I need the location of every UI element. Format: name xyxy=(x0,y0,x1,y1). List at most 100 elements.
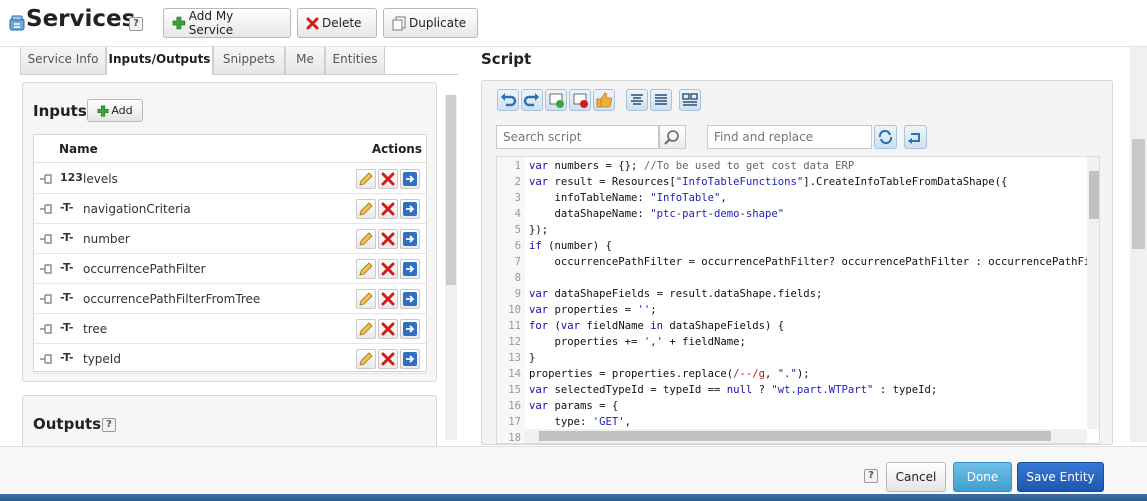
open-input-button[interactable] xyxy=(400,349,420,369)
add-my-service-label: Add My Service xyxy=(188,9,234,37)
pencil-icon xyxy=(359,352,373,366)
tab-me[interactable]: Me xyxy=(285,47,325,75)
code-text: dataShapeName: "ptc-part-demo-shape" xyxy=(529,208,785,220)
line-number: 2 xyxy=(514,176,521,188)
open-input-button[interactable] xyxy=(400,229,420,249)
code-text: if (number) { xyxy=(529,240,612,252)
duplicate-button[interactable]: Duplicate xyxy=(383,8,478,38)
delete-input-button[interactable] xyxy=(378,169,398,189)
open-input-button[interactable] xyxy=(400,169,420,189)
search-script-input[interactable] xyxy=(496,125,659,149)
header: Services ? Add My Service Delete Duplica… xyxy=(0,0,1147,47)
input-name: occurrencePathFilterFromTree xyxy=(83,292,261,306)
outputs-heading: Outputs xyxy=(33,415,102,433)
input-name: levels xyxy=(83,172,118,186)
inputs-outputs-panel: Service Info Inputs/Outputs Snippets Me … xyxy=(20,47,458,455)
search-button[interactable] xyxy=(659,125,686,149)
replace-all-button[interactable] xyxy=(904,125,927,149)
open-input-button[interactable] xyxy=(400,319,420,339)
outputs-help-icon[interactable]: ? xyxy=(102,418,116,432)
delete-x-icon xyxy=(381,262,395,276)
line-number: 17 xyxy=(508,416,521,428)
indent-code-button[interactable] xyxy=(650,89,672,111)
open-input-button[interactable] xyxy=(400,199,420,219)
code-text: type: 'GET', xyxy=(529,416,632,428)
table-row[interactable]: -T-occurrencePathFilterFromTree xyxy=(34,284,426,314)
line-number: 18 xyxy=(508,432,521,444)
edit-input-button[interactable] xyxy=(356,169,376,189)
page-scroll-thumb[interactable] xyxy=(1132,139,1145,249)
edit-input-button[interactable] xyxy=(356,349,376,369)
undo-button[interactable] xyxy=(497,89,519,111)
code-line: 9 var dataShapeFields = result.dataShape.… xyxy=(497,286,1087,302)
pencil-icon xyxy=(359,232,373,246)
code-text: var dataShapeFields = result.dataShape.f… xyxy=(529,288,823,300)
code-text: occurrencePathFilter = occurrencePathFil… xyxy=(529,256,1100,268)
input-name: tree xyxy=(83,322,108,336)
delete-button[interactable]: Delete xyxy=(297,8,377,38)
open-input-button[interactable] xyxy=(400,289,420,309)
table-row[interactable]: 123 levels xyxy=(34,164,426,194)
code-vertical-scrollbar[interactable] xyxy=(1087,157,1099,429)
script-editor-panel: 1 var numbers = {}; //To be used to get c… xyxy=(481,80,1113,445)
expand-editor-icon xyxy=(682,93,698,106)
pencil-icon xyxy=(359,292,373,306)
format-code-button[interactable] xyxy=(626,89,648,111)
code-text: properties += ',' + fieldName; xyxy=(529,336,746,348)
tab-service-info[interactable]: Service Info xyxy=(20,47,106,75)
edit-input-button[interactable] xyxy=(356,259,376,279)
table-row[interactable]: -T-occurrencePathFilter xyxy=(34,254,426,284)
done-button[interactable]: Done xyxy=(953,462,1012,492)
delete-input-button[interactable] xyxy=(378,289,398,309)
tab-inputs-outputs[interactable]: Inputs/Outputs xyxy=(106,47,213,75)
left-panel-scroll-thumb[interactable] xyxy=(446,95,456,285)
table-row[interactable]: -T-navigationCriteria xyxy=(34,194,426,224)
edit-input-button[interactable] xyxy=(356,319,376,339)
tab-entities[interactable]: Entities xyxy=(325,47,385,75)
edit-input-button[interactable] xyxy=(356,199,376,219)
code-vertical-scroll-thumb[interactable] xyxy=(1089,171,1099,219)
delete-input-button[interactable] xyxy=(378,229,398,249)
add-bookmark-button[interactable] xyxy=(545,89,567,111)
base-type-icon: -T- xyxy=(60,261,74,274)
add-my-service-button[interactable]: Add My Service xyxy=(163,8,291,38)
replace-button[interactable] xyxy=(874,125,897,149)
remove-bookmark-button[interactable] xyxy=(569,89,591,111)
footer-help-icon[interactable]: ? xyxy=(864,469,878,483)
pencil-icon xyxy=(359,262,373,276)
align-icon xyxy=(631,94,643,105)
code-text: } xyxy=(529,352,536,364)
help-icon[interactable]: ? xyxy=(129,17,143,31)
code-editor[interactable]: 1 var numbers = {}; //To be used to get c… xyxy=(496,156,1100,444)
delete-input-button[interactable] xyxy=(378,349,398,369)
left-panel-scrollbar[interactable] xyxy=(445,95,457,440)
syntax-check-button[interactable] xyxy=(593,89,615,111)
code-line: 17 type: 'GET', xyxy=(497,414,1087,430)
tab-snippets[interactable]: Snippets xyxy=(213,47,285,75)
open-input-button[interactable] xyxy=(400,259,420,279)
base-type-icon: 123 xyxy=(60,171,83,184)
cancel-button[interactable]: Cancel xyxy=(886,462,946,492)
delete-input-button[interactable] xyxy=(378,259,398,279)
table-row[interactable]: -T-typeId xyxy=(34,344,426,374)
code-line: 5}); xyxy=(497,222,1087,238)
taskbar xyxy=(0,494,1147,501)
add-input-button[interactable]: Add xyxy=(87,99,143,122)
table-row[interactable]: -T-number xyxy=(34,224,426,254)
code-horizontal-scroll-thumb[interactable] xyxy=(539,431,1051,441)
delete-x-icon xyxy=(306,17,319,29)
edit-input-button[interactable] xyxy=(356,289,376,309)
code-horizontal-scrollbar[interactable] xyxy=(525,429,1087,443)
delete-input-button[interactable] xyxy=(378,199,398,219)
page-scrollbar[interactable] xyxy=(1130,47,1147,442)
expand-editor-button[interactable] xyxy=(679,89,701,111)
delete-input-button[interactable] xyxy=(378,319,398,339)
table-row[interactable]: -T-tree xyxy=(34,314,426,344)
code-text: var properties = ''; xyxy=(529,304,657,316)
redo-button[interactable] xyxy=(521,89,543,111)
save-entity-button[interactable]: Save Entity xyxy=(1017,462,1104,492)
edit-input-button[interactable] xyxy=(356,229,376,249)
duplicate-label: Duplicate xyxy=(409,16,467,30)
find-replace-input[interactable] xyxy=(707,125,872,149)
pencil-icon xyxy=(359,202,373,216)
